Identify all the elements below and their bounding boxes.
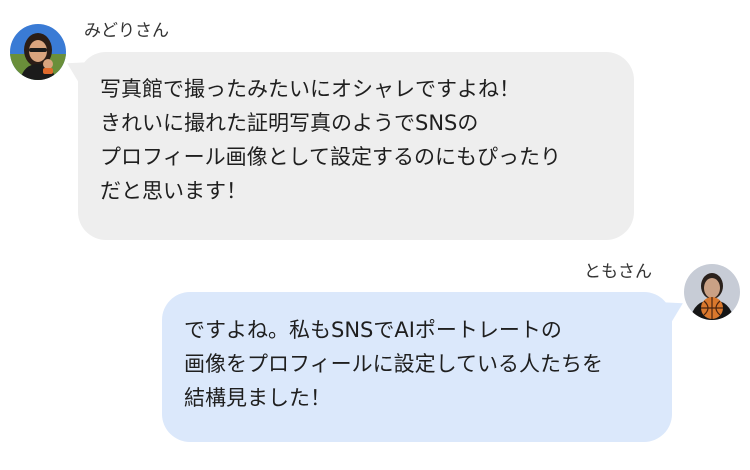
user-photo-icon [684,264,740,320]
message-line: だと思います！ [100,179,247,203]
user-photo-icon [10,24,66,80]
tomo-avatar[interactable] [684,264,740,320]
chat-thread: みどりさん 写真館で撮ったみたいにオシャレですよね！ きれいに撮れた証明写真のよ… [0,0,750,470]
midori-avatar[interactable] [10,24,66,80]
message-line: プロフィール画像として設定するのにもぴったり [100,145,561,169]
message-line: 結構見ました！ [184,386,331,410]
message-line: ですよね。私もSNSでAIポートレートの [184,318,562,342]
message-line: きれいに撮れた証明写真のようでSNSの [100,111,479,135]
message-bubble[interactable]: 写真館で撮ったみたいにオシャレですよね！ きれいに撮れた証明写真のようでSNSの… [78,52,634,240]
message-line: 画像をプロフィールに設定している人たちを [184,352,603,376]
message-bubble[interactable]: ですよね。私もSNSでAIポートレートの 画像をプロフィールに設定している人たち… [162,292,672,442]
sender-name: みどりさん [84,21,169,41]
sender-name: ともさん [584,262,652,282]
message-line: 写真館で撮ったみたいにオシャレですよね！ [100,77,520,101]
